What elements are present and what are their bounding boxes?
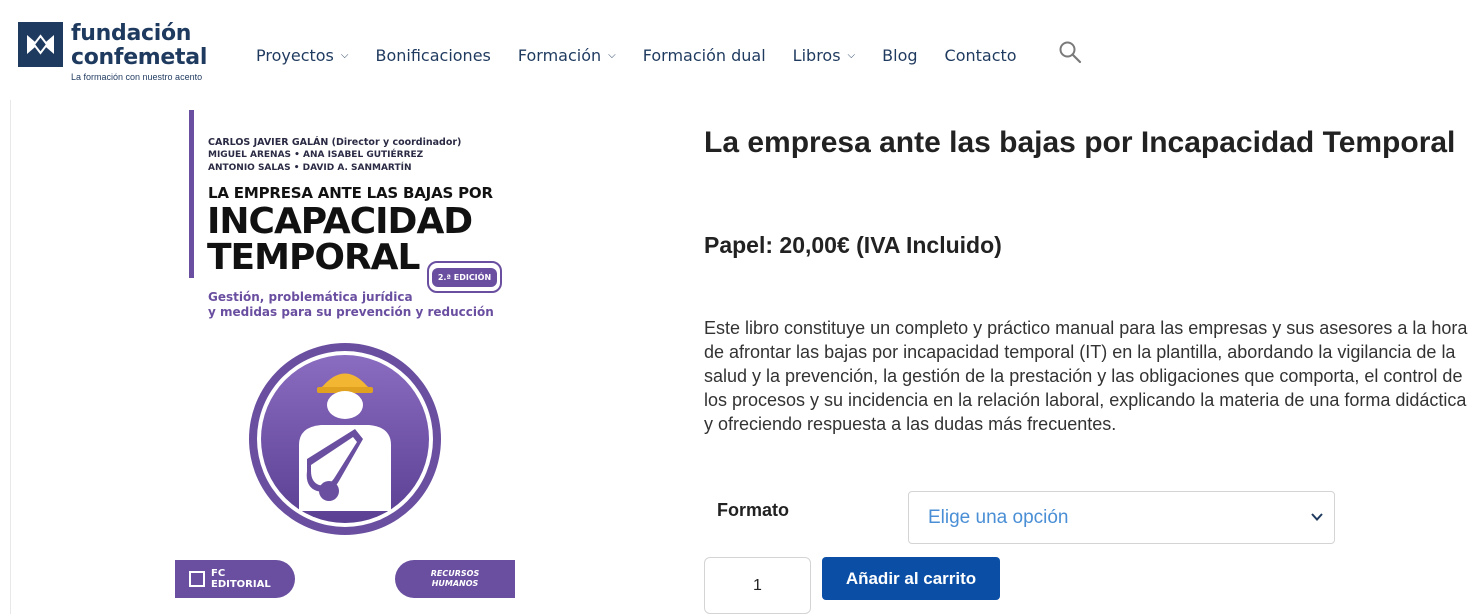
add-to-cart-button[interactable]: Añadir al carrito	[822, 557, 1000, 600]
quantity-input[interactable]: 1	[704, 557, 811, 614]
format-select[interactable]: Elige una opción	[908, 491, 1335, 544]
book-cover-image[interactable]: CARLOS JAVIER GALÁN (Director y coordina…	[165, 104, 525, 614]
cover-authors: CARLOS JAVIER GALÁN (Director y coordina…	[208, 136, 461, 175]
content-divider	[10, 100, 11, 614]
site-header: fundación confemetal La formación con nu…	[0, 0, 1475, 100]
publisher-mark-icon	[189, 571, 205, 587]
nav-item-contacto[interactable]: Contacto	[945, 46, 1017, 65]
collection-line: HUMANOS	[431, 579, 479, 588]
nav-item-label: Formación	[517, 46, 602, 65]
logo-text: fundación confemetal La formación con nu…	[71, 21, 208, 83]
cover-accent-bar	[189, 110, 194, 278]
nav-item-libros[interactable]: Libros ⌵	[793, 46, 855, 65]
collection-line: RECURSOS	[430, 569, 480, 578]
product-description: Este libro constituye un completo y prác…	[704, 318, 1468, 434]
nav-item-label: Bonificaciones	[375, 46, 491, 65]
format-select-value: Elige una opción	[928, 506, 1069, 528]
cover-edition-badge: 2.ª EDICIÓN	[427, 261, 502, 293]
publisher-logo: FC EDITORIAL	[175, 560, 295, 598]
logo-line-confemetal: confemetal	[71, 45, 208, 70]
publisher-name: FC EDITORIAL	[211, 568, 271, 590]
publisher-line: EDITORIAL	[211, 579, 271, 590]
logo-line-fundacion: fundación	[71, 21, 192, 46]
cover-subtitle: Gestión, problemática jurídica y medidas…	[208, 290, 494, 320]
nav-item-formacion[interactable]: Formación ⌵	[518, 46, 616, 65]
cover-kicker: LA EMPRESA ANTE LAS BAJAS POR	[208, 184, 493, 202]
logo-tagline: La formación con nuestro acento	[71, 72, 203, 82]
collection-badge: RECURSOS HUMANOS	[395, 560, 515, 598]
main-nav: Proyectos ⌵ Bonificaciones Formación ⌵ F…	[256, 46, 1044, 65]
cover-authors-line: ANTONIO SALAS • DAVID A. SANMARTÍN	[208, 163, 412, 173]
cover-authors-line: MIGUEL ARENAS • ANA ISABEL GUTIÉRREZ	[208, 150, 424, 160]
product-price: Papel: 20,00€ (IVA Incluido)	[704, 232, 1002, 258]
injured-worker-icon	[247, 341, 443, 537]
format-label: Formato	[717, 500, 789, 520]
chevron-down-icon: ⌵	[608, 50, 616, 61]
nav-item-label: Contacto	[944, 46, 1017, 65]
nav-item-label: Blog	[882, 46, 918, 65]
nav-item-blog[interactable]: Blog	[882, 46, 917, 65]
nav-item-bonificaciones[interactable]: Bonificaciones	[375, 46, 490, 65]
nav-item-proyectos[interactable]: Proyectos ⌵	[256, 46, 348, 65]
cover-subtitle-line: Gestión, problemática jurídica	[208, 290, 413, 304]
site-logo[interactable]: fundación confemetal La formación con nu…	[18, 22, 207, 82]
logo-mark-icon	[18, 22, 63, 67]
cover-title-line: INCAPACIDAD	[207, 201, 473, 242]
chevron-down-icon	[1311, 513, 1323, 521]
publisher-line: FC	[211, 568, 226, 579]
nav-item-label: Libros	[792, 46, 841, 65]
search-icon[interactable]	[1058, 40, 1082, 64]
chevron-down-icon: ⌵	[847, 50, 856, 61]
product-title: La empresa ante las bajas por Incapacida…	[704, 126, 1456, 159]
nav-item-label: Proyectos	[256, 46, 334, 65]
chevron-down-icon: ⌵	[340, 50, 349, 61]
cover-subtitle-line: y medidas para su prevención y reducción	[208, 305, 494, 319]
nav-item-label: Formación dual	[642, 46, 766, 65]
cover-author-lead: CARLOS JAVIER GALÁN (Director y coordina…	[208, 137, 462, 148]
cover-edition-label: 2.ª EDICIÓN	[431, 267, 498, 287]
nav-item-formacion-dual[interactable]: Formación dual	[643, 46, 766, 65]
